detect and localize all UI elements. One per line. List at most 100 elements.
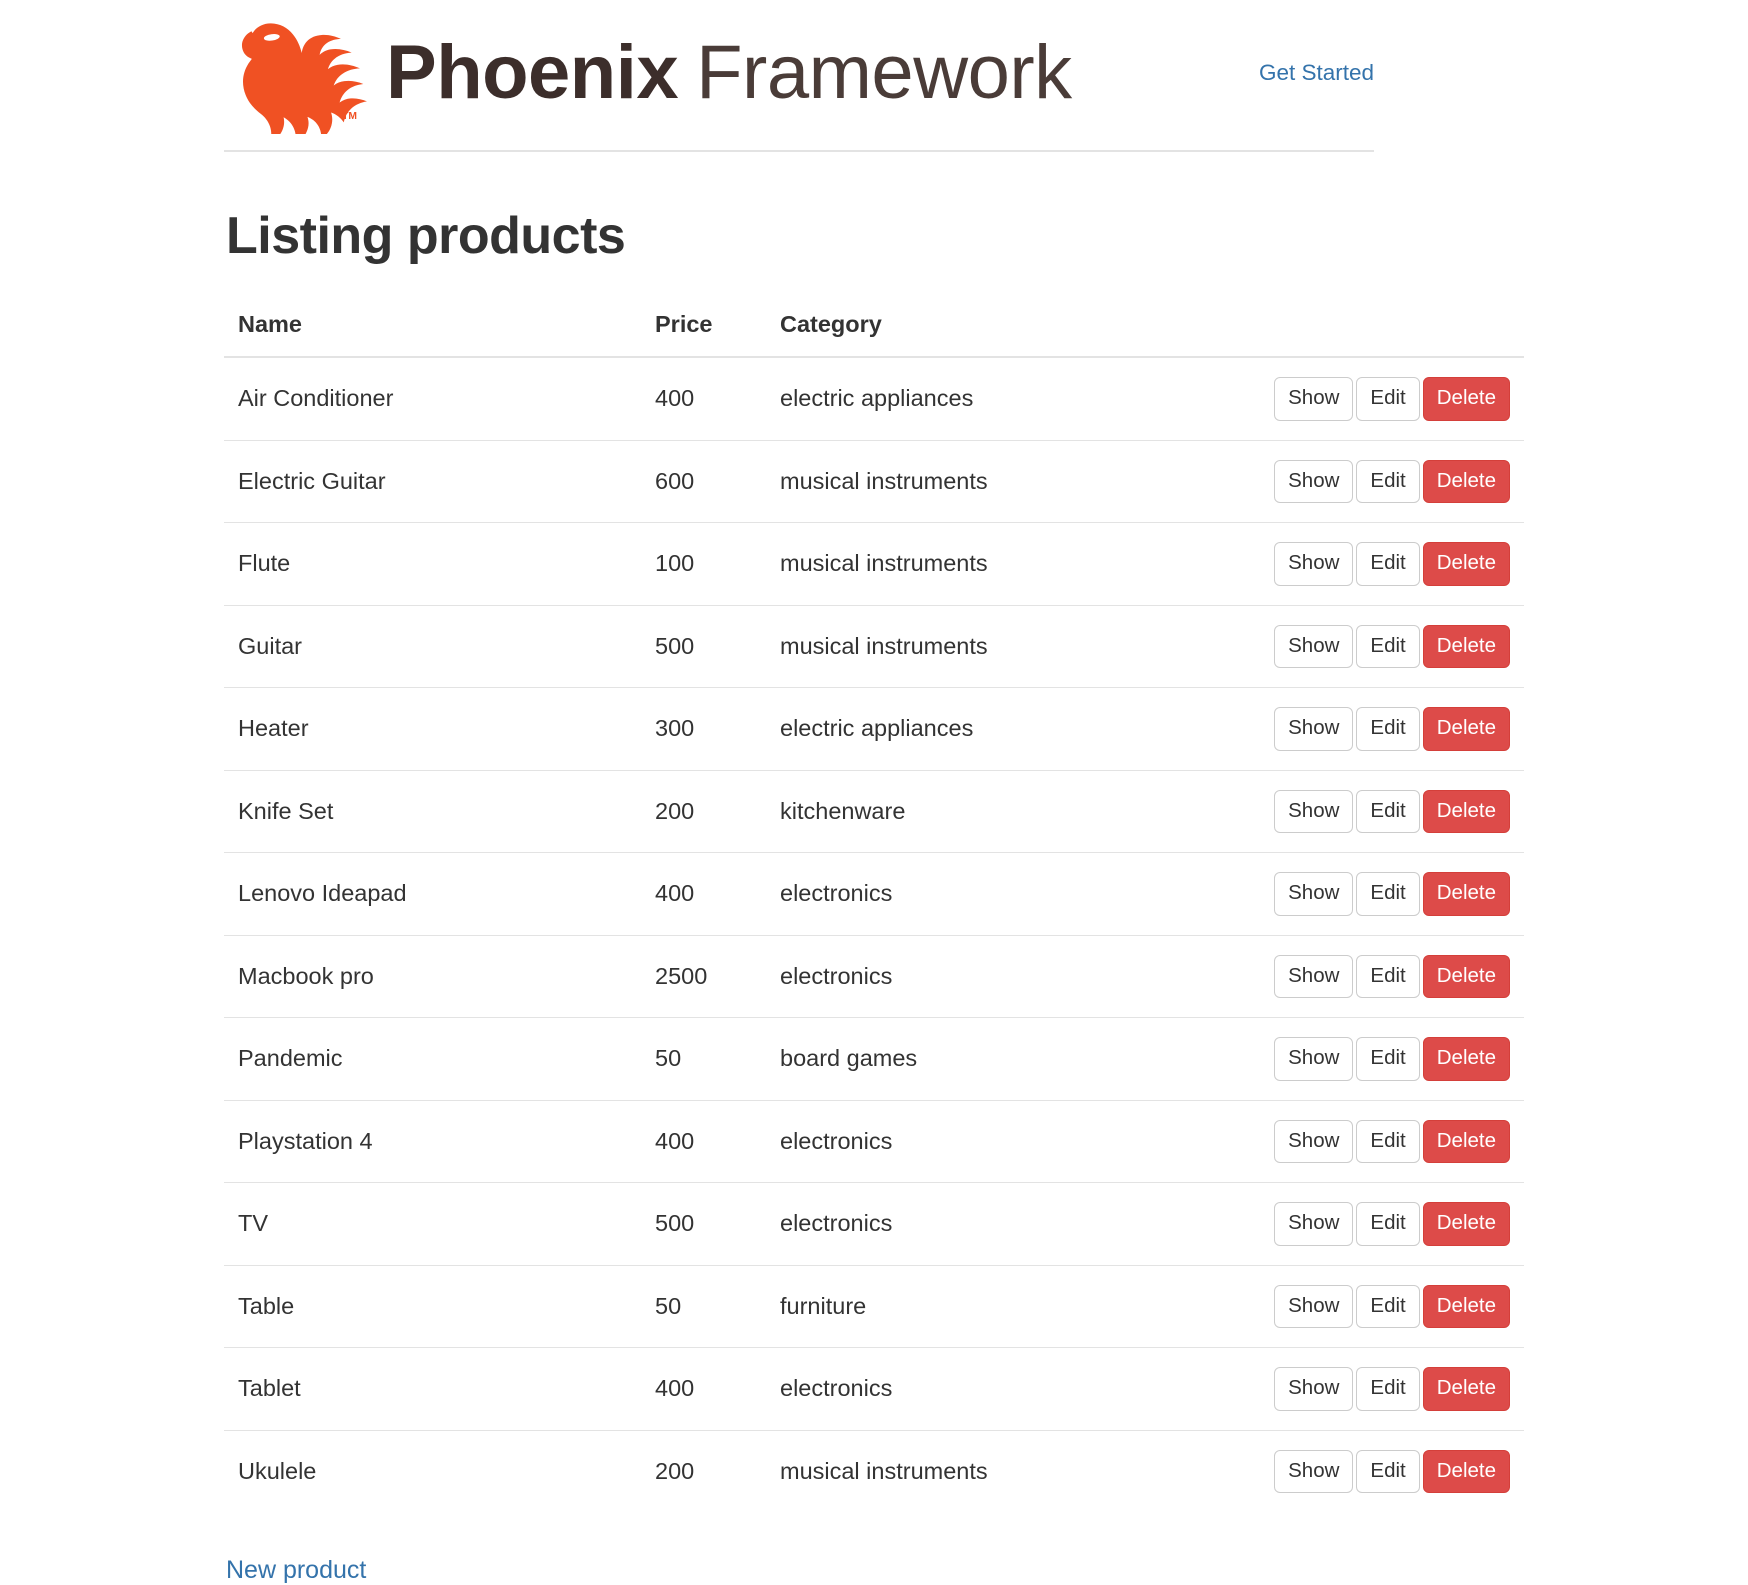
header-nav: Get Started (1259, 8, 1374, 86)
delete-button[interactable]: Delete (1422, 872, 1510, 916)
table-row: Knife Set 200 kitchenware Show Edit Delete (224, 769, 1524, 853)
products-table: Name Price Category Air Conditioner 400 el… (224, 303, 1524, 1513)
edit-button[interactable]: Edit (1356, 624, 1420, 669)
delete-button[interactable]: Delete (1422, 624, 1510, 669)
cell-actions: Show Edit Delete (1234, 357, 1524, 440)
table-head: Name Price Category (224, 303, 1524, 359)
delete-button[interactable]: Delete (1422, 1119, 1510, 1164)
delete-button[interactable]: Delete (1422, 459, 1510, 504)
edit-button[interactable]: Edit (1356, 377, 1420, 421)
brand-name-bold: Phoenix (386, 30, 679, 115)
delete-button[interactable]: Delete (1422, 1367, 1510, 1411)
delete-button[interactable]: Delete (1422, 1449, 1510, 1494)
show-button[interactable]: Show (1274, 624, 1354, 669)
show-button[interactable]: Show (1274, 459, 1354, 504)
show-button[interactable]: Show (1274, 872, 1354, 916)
cell-actions: Show Edit Delete (1234, 1017, 1524, 1101)
cell-price: 2500 (641, 934, 766, 1018)
show-button[interactable]: Show (1274, 789, 1354, 834)
delete-button[interactable]: Delete (1422, 1202, 1510, 1246)
table-row: Macbook pro 2500 electronics Show Edit Delete (224, 934, 1524, 1018)
edit-button[interactable]: Edit (1356, 1284, 1420, 1329)
edit-button[interactable]: Edit (1356, 459, 1420, 504)
column-header-name: Name (224, 303, 641, 359)
show-button[interactable]: Show (1274, 1367, 1354, 1411)
cell-actions: Show Edit Delete (1234, 769, 1524, 853)
delete-button[interactable]: Delete (1422, 707, 1510, 751)
phoenix-bird-icon: TM (224, 12, 374, 145)
site-header: TM Phoenix Framework Get Started (224, 0, 1374, 152)
show-button[interactable]: Show (1274, 1284, 1354, 1329)
delete-button[interactable]: Delete (1422, 954, 1510, 999)
cell-price: 500 (641, 1182, 766, 1266)
cell-price: 50 (641, 1264, 766, 1348)
brand: TM Phoenix Framework (224, 8, 1072, 145)
table-row: Electric Guitar 600 musical instruments Sho… (224, 439, 1524, 523)
cell-price: 400 (655, 385, 695, 412)
show-button[interactable]: Show (1274, 542, 1354, 586)
edit-button[interactable]: Edit (1356, 1367, 1420, 1411)
cell-category: furniture (766, 1264, 1234, 1348)
edit-button[interactable]: Edit (1356, 1449, 1420, 1494)
cell-name: Table (224, 1264, 641, 1348)
cell-price: 50 (641, 1017, 766, 1101)
table-row: Heater 300 electric appliances Show Edit Dele… (224, 687, 1524, 771)
table-row: TV 500 electronics Show Edit Delete (224, 1182, 1524, 1266)
table-row: Lenovo Ideapad 400 electronics Show Edit Dele… (224, 852, 1524, 936)
main-content: Listing products Name Price Category Air… (224, 152, 1524, 1585)
cell-name: Knife Set (224, 769, 641, 853)
new-product-link[interactable]: New product (226, 1556, 366, 1584)
cell-actions: Show Edit Delete (1234, 1264, 1524, 1348)
edit-button[interactable]: Edit (1356, 1119, 1420, 1164)
cell-actions: Show Edit Delete (1234, 1347, 1524, 1431)
cell-name: TV (224, 1182, 641, 1266)
cell-category: musical instruments (766, 1429, 1234, 1513)
cell-name: Heater (224, 687, 641, 771)
cell-price: 500 (641, 604, 766, 688)
table-body: Air Conditioner 400 electric appliances Sho… (224, 357, 1524, 1513)
edit-button[interactable]: Edit (1356, 1037, 1420, 1081)
cell-name: Lenovo Ideapad (224, 852, 641, 936)
show-button[interactable]: Show (1274, 1449, 1354, 1494)
cell-actions: Show Edit Delete (1234, 439, 1524, 523)
delete-button[interactable]: Delete (1422, 542, 1510, 586)
cell-actions: Show Edit Delete (1234, 604, 1524, 688)
show-button[interactable]: Show (1274, 1202, 1354, 1246)
show-button[interactable]: Show (1274, 1037, 1354, 1081)
cell-category: musical instruments (766, 604, 1234, 688)
cell-category: electronics (766, 1347, 1234, 1431)
cell-category: musical instruments (766, 439, 1234, 523)
cell-price: 300 (641, 687, 766, 771)
edit-button[interactable]: Edit (1356, 707, 1420, 751)
cell-category: kitchenware (766, 769, 1234, 853)
show-button[interactable]: Show (1274, 377, 1354, 421)
show-button[interactable]: Show (1274, 707, 1354, 751)
edit-button[interactable]: Edit (1356, 1202, 1420, 1246)
get-started-link[interactable]: Get Started (1259, 60, 1374, 85)
cell-category: electronics (766, 934, 1234, 1018)
delete-button[interactable]: Delete (1422, 789, 1510, 834)
cell-name: Macbook pro (224, 934, 641, 1018)
edit-button[interactable]: Edit (1356, 872, 1420, 916)
cell-name: Air Conditioner (238, 385, 394, 412)
column-header-category: Category (766, 303, 1234, 359)
cell-name: Playstation 4 (224, 1099, 641, 1183)
cell-actions: Show Edit Delete (1234, 934, 1524, 1018)
show-button[interactable]: Show (1274, 954, 1354, 999)
brand-name-light: Framework (696, 30, 1072, 115)
cell-price: 400 (641, 1099, 766, 1183)
cell-name: Flute (224, 522, 641, 606)
show-button[interactable]: Show (1274, 1119, 1354, 1164)
delete-button[interactable]: Delete (1422, 377, 1510, 421)
edit-button[interactable]: Edit (1356, 789, 1420, 834)
delete-button[interactable]: Delete (1422, 1037, 1510, 1081)
delete-button[interactable]: Delete (1422, 1284, 1510, 1329)
cell-actions: Show Edit Delete (1234, 1429, 1524, 1513)
table-header-row: Name Price Category (224, 303, 1524, 359)
cell-name: Ukulele (224, 1429, 641, 1513)
edit-button[interactable]: Edit (1356, 542, 1420, 586)
edit-button[interactable]: Edit (1356, 954, 1420, 999)
table-row: Playstation 4 400 electronics Show Edit Delet… (224, 1099, 1524, 1183)
cell-actions: Show Edit Delete (1234, 522, 1524, 606)
cell-name: Electric Guitar (224, 439, 641, 523)
